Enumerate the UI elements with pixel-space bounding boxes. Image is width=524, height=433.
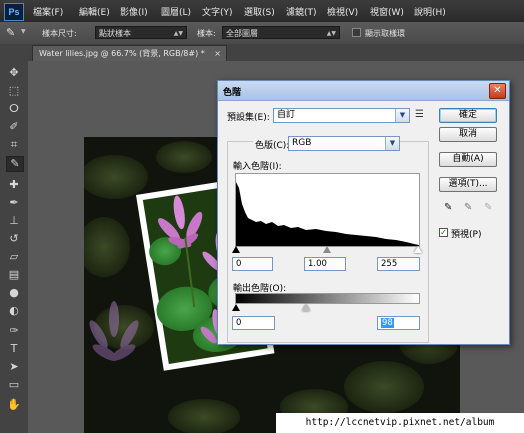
stamp-icon[interactable]: ⊥	[6, 214, 22, 228]
preset-value: 自訂	[277, 110, 296, 120]
menu-type[interactable]: 文字(Y)	[202, 5, 233, 18]
brush-icon[interactable]: ✒	[6, 196, 22, 210]
crop-icon[interactable]: ⌗	[6, 138, 22, 152]
hand-icon[interactable]: ✋	[6, 398, 22, 412]
options-button[interactable]: 選項(T)...	[439, 177, 497, 192]
menu-select[interactable]: 選取(S)	[244, 5, 275, 18]
dodge-icon[interactable]: ◐	[6, 304, 22, 318]
input-gamma-field[interactable]: 1.00	[304, 257, 346, 271]
eraser-icon[interactable]: ▱	[6, 250, 22, 264]
options-bar: ✎ ▼ 樣本尺寸: 點狀樣本 ▲▼ 樣本: 全部圖層 ▲▼ 顯示取樣環	[0, 22, 524, 45]
tool-preset-chevron-icon[interactable]: ▼	[21, 28, 26, 35]
watermark-url: http://lccnetvip.pixnet.net/album	[276, 413, 524, 433]
menu-edit[interactable]: 編輯(E)	[79, 5, 110, 18]
menu-view[interactable]: 檢視(V)	[327, 5, 358, 18]
channel-value: RGB	[292, 138, 312, 148]
ok-button[interactable]: 確定	[439, 108, 497, 123]
output-white-field[interactable]: 98	[377, 316, 420, 330]
show-ring-checkbox[interactable]	[352, 28, 361, 37]
channel-select[interactable]: RGB ▼	[288, 136, 400, 151]
output-white-slider[interactable]	[302, 304, 310, 311]
dropdown-arrow-icon: ▲▼	[326, 30, 336, 37]
sample-label: 樣本:	[197, 29, 216, 38]
move-icon[interactable]: ✥	[6, 66, 22, 80]
output-gradient	[235, 293, 420, 304]
chevron-down-icon: ▼	[385, 137, 399, 150]
menu-file[interactable]: 檔案(F)	[33, 5, 63, 18]
white-point-eyedropper-icon[interactable]: ✎	[484, 202, 492, 213]
path-select-icon[interactable]: ➤	[6, 360, 22, 374]
preview-label: 預視(P)	[451, 230, 482, 240]
input-black-slider[interactable]	[232, 246, 240, 253]
menu-window[interactable]: 視窗(W)	[370, 5, 404, 18]
output-black-slider[interactable]	[232, 304, 240, 311]
dropdown-arrow-icon: ▲▼	[173, 30, 183, 37]
lasso-icon[interactable]: ⵔ	[6, 102, 22, 116]
black-point-eyedropper-icon[interactable]: ✎	[444, 202, 452, 213]
menu-bar: Ps 檔案(F) 編輯(E) 影像(I) 圖層(L) 文字(Y) 選取(S) 濾…	[0, 0, 524, 23]
output-white-value: 98	[381, 318, 394, 328]
channel-label: 色版(C):	[253, 138, 292, 151]
preview-checkbox[interactable]: ✓	[439, 228, 448, 237]
photoshop-logo: Ps	[4, 3, 24, 21]
dialog-title-bar[interactable]: 色階 ✕	[218, 81, 509, 101]
input-gamma-slider[interactable]	[323, 246, 331, 253]
output-black-field[interactable]: 0	[232, 316, 275, 330]
gradient-icon[interactable]: ▤	[6, 268, 22, 282]
sample-select[interactable]: 全部圖層 ▲▼	[222, 26, 340, 39]
sample-value: 全部圖層	[226, 29, 258, 38]
blur-icon[interactable]: ●	[6, 286, 22, 300]
levels-dialog: 色階 ✕ 預設集(E): 自訂 ▼ ☰ 色版(C): RGB ▼ 輸入色階(I)…	[217, 80, 510, 345]
dialog-close-button[interactable]: ✕	[489, 83, 506, 99]
show-ring-label: 顯示取樣環	[365, 29, 405, 38]
quick-select-icon[interactable]: ✐	[6, 120, 22, 134]
eyedropper-tool-icon[interactable]: ✎	[6, 156, 24, 172]
tab-close-icon[interactable]: ×	[214, 46, 221, 61]
menu-filter[interactable]: 濾鏡(T)	[286, 5, 317, 18]
histogram-graph	[236, 182, 419, 246]
menu-image[interactable]: 影像(I)	[120, 5, 148, 18]
pen-icon[interactable]: ✑	[6, 324, 22, 338]
input-levels-label: 輸入色階(I):	[233, 162, 282, 172]
history-brush-icon[interactable]: ↺	[6, 232, 22, 246]
menu-layer[interactable]: 圖層(L)	[161, 5, 191, 18]
marquee-icon[interactable]: ⬚	[6, 84, 22, 98]
menu-help[interactable]: 說明(H)	[414, 5, 446, 18]
dialog-title: 色階	[223, 88, 242, 98]
document-tab-title: Water lilies.jpg @ 66.7% (背景, RGB/8#) *	[39, 49, 205, 58]
gray-point-eyedropper-icon[interactable]: ✎	[464, 202, 472, 213]
input-white-slider[interactable]	[414, 246, 422, 253]
cancel-button[interactable]: 取消	[439, 127, 497, 142]
type-icon[interactable]: T	[6, 342, 22, 356]
auto-button[interactable]: 自動(A)	[439, 152, 497, 167]
eyedropper-icon[interactable]: ✎	[6, 26, 15, 39]
preset-label: 預設集(E):	[227, 113, 270, 123]
toolbox: ✥ ⬚ ⵔ ✐ ⌗ ✎ ✚ ✒ ⊥ ↺ ▱ ▤ ● ◐ ✑ T ➤ ▭ ✋	[0, 44, 29, 433]
sample-size-value: 點狀樣本	[99, 29, 131, 38]
chevron-down-icon: ▼	[395, 109, 409, 122]
histogram	[235, 173, 420, 247]
document-tab[interactable]: Water lilies.jpg @ 66.7% (背景, RGB/8#) * …	[32, 45, 227, 61]
input-white-field[interactable]: 255	[377, 257, 420, 271]
preset-menu-icon[interactable]: ☰	[415, 109, 424, 120]
document-tab-bar: Water lilies.jpg @ 66.7% (背景, RGB/8#) * …	[28, 44, 524, 61]
sample-size-select[interactable]: 點狀樣本 ▲▼	[95, 26, 187, 39]
healing-icon[interactable]: ✚	[6, 178, 22, 192]
preset-select[interactable]: 自訂 ▼	[273, 108, 410, 123]
shape-icon[interactable]: ▭	[6, 378, 22, 392]
input-black-field[interactable]: 0	[232, 257, 273, 271]
sample-size-label: 樣本尺寸:	[42, 29, 77, 38]
